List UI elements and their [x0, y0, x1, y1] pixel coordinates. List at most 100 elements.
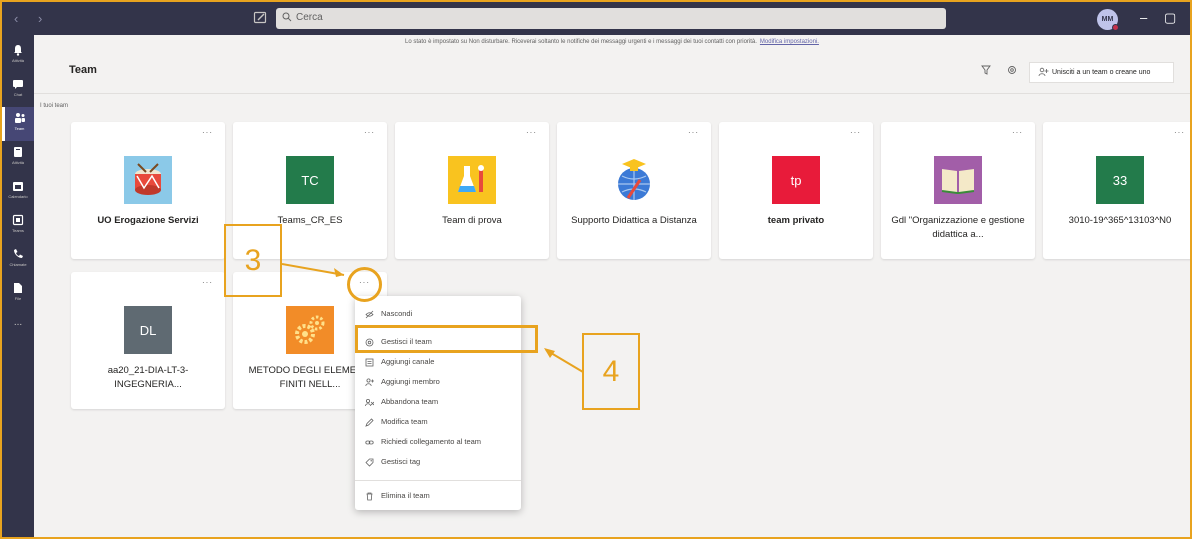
menu-item-leave-team[interactable]: Abbandona team — [355, 392, 521, 412]
rail-item-teams[interactable]: Team — [2, 107, 34, 141]
globe-graduation-icon — [610, 156, 658, 204]
team-name: UO Erogazione Servizi — [97, 215, 199, 226]
more-options-button[interactable]: ··· — [688, 128, 699, 137]
files-icon — [12, 214, 24, 226]
title-bar: ‹ › Cerca MM – ▢ — [2, 2, 1190, 35]
menu-item-label: Aggiungi canale — [381, 357, 435, 366]
team-tile: DL — [124, 306, 172, 354]
more-options-button[interactable]: ··· — [526, 128, 537, 137]
menu-item-get-link[interactable]: Richiedi collegamento al team — [355, 432, 521, 452]
menu-item-label: Abbandona team — [381, 397, 439, 406]
team-name: Gdl "Organizzazione e gestione didattica… — [891, 215, 1025, 240]
restore-button[interactable]: ▢ — [1164, 10, 1176, 26]
rail-item-activity[interactable]: Attività — [2, 39, 34, 73]
rail-item-calls[interactable]: Chiamate — [2, 243, 34, 277]
rail-item-calendar[interactable]: Calendario — [2, 175, 34, 209]
rail-label: File — [14, 296, 22, 301]
team-card[interactable]: ··· Team di prova — [395, 122, 549, 259]
bell-icon — [14, 45, 22, 56]
rail-label: Attività — [11, 58, 24, 63]
teams-icon — [14, 113, 25, 123]
rail-label: Attività — [11, 160, 24, 165]
more-options-button[interactable]: ··· — [1012, 128, 1023, 137]
hide-icon — [365, 310, 374, 319]
team-tile: tp — [772, 156, 820, 204]
team-card[interactable]: ··· Supporto Didattica a Distanza — [557, 122, 711, 259]
step-3-callout: 3 — [224, 224, 282, 297]
menu-divider — [355, 480, 521, 481]
dnd-status-badge — [1112, 24, 1119, 31]
menu-item-add-member[interactable]: Aggiungi membro — [355, 372, 521, 392]
leave-icon — [365, 398, 374, 407]
rail-label: Chat — [13, 92, 23, 97]
step-4-highlight-box — [355, 325, 538, 353]
team-card[interactable]: ··· DL aa20_21-DIA-LT-3-INGEGNERIA... — [71, 272, 225, 409]
team-name: Team di prova — [442, 215, 502, 226]
team-card[interactable]: ··· Gdl "Organizzazione e gestione didat… — [881, 122, 1035, 259]
teams-window: ‹ › Cerca MM – ▢ Attività Chat Team Atti… — [0, 0, 1192, 539]
rail-item-assignments[interactable]: Attività — [2, 141, 34, 175]
search-icon — [282, 12, 292, 22]
menu-item-label: Nascondi — [381, 309, 413, 318]
pencil-icon — [365, 418, 374, 427]
menu-item-edit-team[interactable]: Modifica team — [355, 412, 521, 432]
menu-item-label: Gestisci tag — [381, 457, 421, 466]
assignments-icon — [14, 147, 22, 157]
step-4-arrow — [544, 348, 584, 373]
rail-label: Teams — [12, 228, 24, 233]
more-options-button[interactable]: ··· — [202, 278, 213, 287]
compose-icon[interactable] — [253, 10, 268, 25]
search-placeholder: Cerca — [296, 12, 323, 23]
minimize-button[interactable]: – — [1140, 10, 1147, 25]
drum-icon — [124, 156, 172, 204]
phone-icon — [14, 249, 23, 258]
section-label: I tuoi team — [40, 103, 69, 109]
nav-arrows[interactable]: ‹ › — [14, 11, 50, 26]
tag-icon — [365, 458, 374, 467]
trash-icon — [366, 492, 373, 501]
team-name: 3010-19^365^13103^N0 — [1068, 215, 1172, 226]
add-member-icon — [365, 378, 374, 387]
gear-icon[interactable] — [1007, 65, 1017, 75]
page-header: Team Unisciti a un team o creane uno — [34, 50, 1190, 94]
menu-item-label: Aggiungi membro — [381, 377, 440, 386]
more-options-button[interactable]: ··· — [850, 128, 861, 137]
join-button-label: Unisciti a un team o creane uno — [1052, 69, 1151, 76]
menu-item-hide[interactable]: Nascondi — [355, 304, 521, 324]
step-3-highlight-circle — [347, 267, 382, 302]
filter-icon[interactable] — [981, 65, 991, 75]
rail-more-button[interactable]: ... — [2, 317, 34, 351]
menu-item-label: Richiedi collegamento al team — [381, 437, 482, 446]
book-icon — [934, 156, 982, 204]
more-options-button[interactable]: ··· — [1174, 128, 1185, 137]
more-options-button[interactable]: ··· — [364, 128, 375, 137]
rail-item-files[interactable]: Teams — [2, 209, 34, 243]
rail-item-chat[interactable]: Chat — [2, 73, 34, 107]
team-tile: 33 — [1096, 156, 1144, 204]
rail-label: Calendario — [8, 194, 28, 199]
banner-settings-link[interactable]: Modifica impostazioni. — [760, 39, 819, 45]
join-or-create-team-button[interactable]: Unisciti a un team o creane uno — [1029, 62, 1174, 83]
link-icon — [365, 440, 374, 445]
menu-item-add-channel[interactable]: Aggiungi canale — [355, 352, 521, 372]
rail-item-file[interactable]: File — [2, 277, 34, 311]
rail-label: Team — [14, 126, 25, 131]
team-card[interactable]: ··· tp team privato — [719, 122, 873, 259]
add-team-icon — [1038, 67, 1049, 77]
team-name: team privato — [767, 215, 825, 226]
banner-text: Lo stato è impostato su Non disturbare. … — [405, 39, 757, 45]
menu-item-delete-team[interactable]: Elimina il team — [355, 486, 521, 506]
calendar-icon — [13, 182, 23, 191]
lab-flask-icon — [448, 156, 496, 204]
step-3-arrow — [282, 263, 345, 277]
menu-item-label: Elimina il team — [381, 491, 430, 500]
menu-item-manage-tags[interactable]: Gestisci tag — [355, 452, 521, 472]
team-card[interactable]: ··· 33 3010-19^365^13103^N0 — [1043, 122, 1190, 259]
file-icon — [14, 283, 22, 293]
rail-label: Chiamate — [9, 262, 27, 267]
more-options-button[interactable]: ··· — [202, 128, 213, 137]
app-rail: Attività Chat Team Attività Calendario T… — [2, 35, 34, 537]
search-input[interactable]: Cerca — [276, 8, 946, 29]
team-card[interactable]: ··· UO Erogazione Servizi — [71, 122, 225, 259]
team-tile: TC — [286, 156, 334, 204]
